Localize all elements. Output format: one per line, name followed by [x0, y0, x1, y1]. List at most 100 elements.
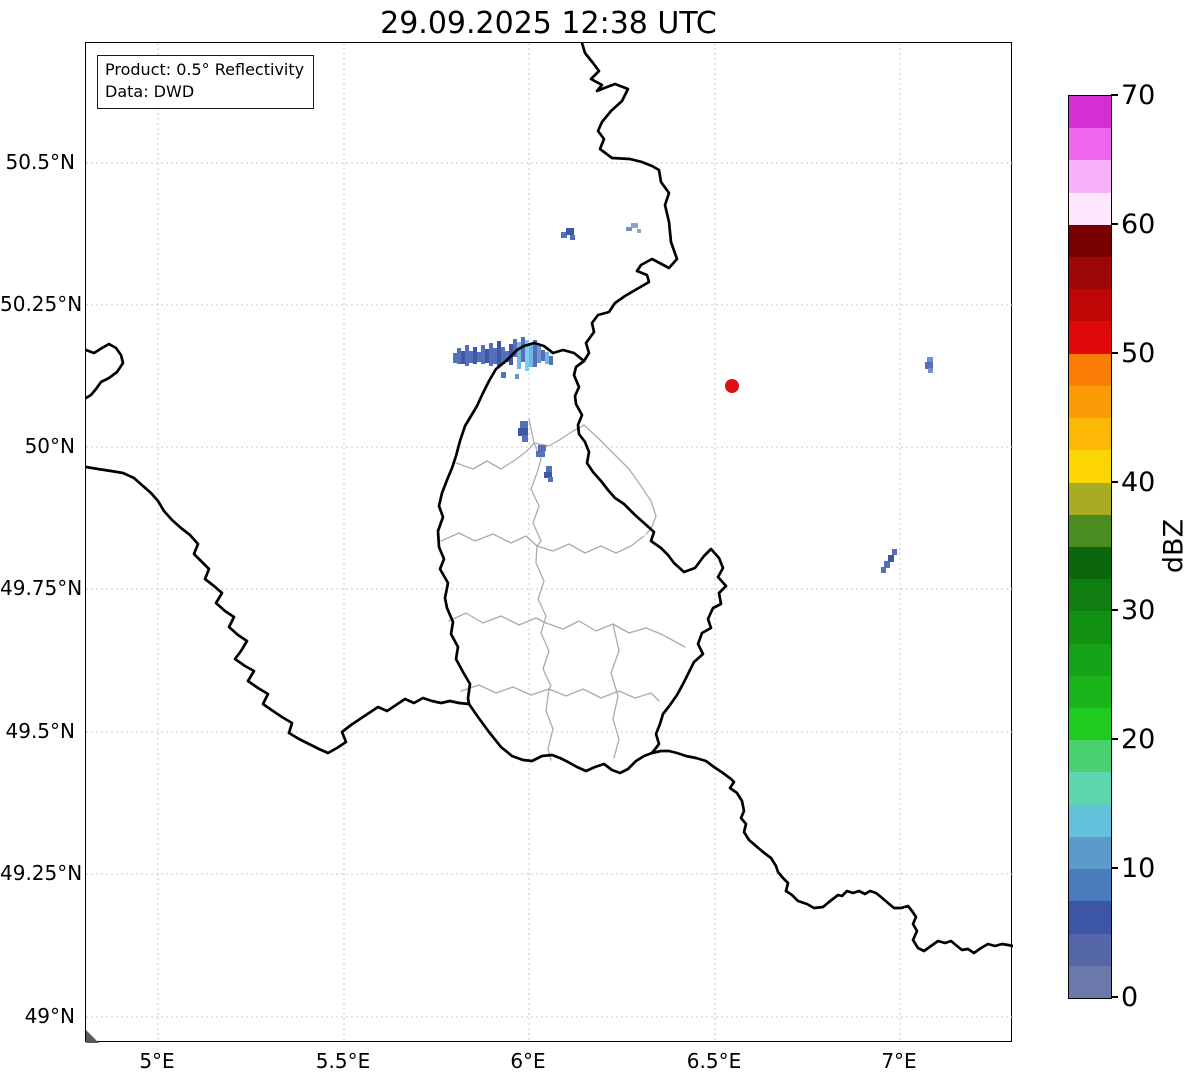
canton-border	[545, 688, 554, 761]
colorbar-segment	[1069, 450, 1111, 483]
colorbar-segment	[1069, 546, 1111, 580]
colorbar-segment	[1069, 675, 1111, 709]
radar-echo-cell	[520, 421, 528, 429]
radar-echo-cell	[465, 345, 469, 366]
radar-echo-cell	[537, 346, 541, 363]
radar-echo-cell	[541, 350, 545, 361]
colorbar-segment	[1069, 256, 1111, 290]
radar-echo-cell	[522, 435, 528, 442]
colorbar-segment	[1069, 418, 1111, 451]
radar-echo-cell	[529, 344, 533, 367]
radar-echo-cell	[928, 368, 933, 373]
colorbar-segment	[1069, 611, 1111, 644]
radar-echo-cell	[637, 229, 641, 233]
colorbar-tick-mark	[1111, 609, 1118, 612]
map-plot-area	[85, 42, 1013, 1043]
product-info-box: Product: 0.5° Reflectivity Data: DWD	[97, 55, 315, 110]
radar-echo-cell	[477, 352, 481, 362]
colorbar-tick-label: 30	[1121, 595, 1156, 627]
colorbar-tick-label: 40	[1121, 466, 1156, 498]
radar-echo-layer	[453, 223, 933, 573]
radar-figure: 29.09.2025 12:38 UTC Product: 0.5° Refle…	[0, 0, 1202, 1081]
canton-border	[448, 612, 547, 626]
lat-tick-label: 50°N	[24, 434, 75, 458]
canton-border	[548, 688, 660, 702]
radar-echo-cell	[631, 223, 638, 228]
radar-echo-cell	[493, 348, 497, 364]
colorbar	[1068, 95, 1112, 999]
colorbar-segment	[1069, 643, 1111, 676]
radar-echo-cell	[481, 345, 485, 364]
lat-tick-label: 49.5°N	[5, 719, 76, 743]
map-canvas	[86, 43, 1013, 1043]
lat-tick-label: 49.25°N	[0, 861, 83, 885]
canton-border	[536, 535, 645, 554]
colorbar-segment	[1069, 321, 1111, 354]
colorbar-segment	[1069, 128, 1111, 161]
radar-echo-cell	[888, 555, 894, 562]
border-belgium-germany	[580, 43, 679, 363]
colorbar-segment	[1069, 482, 1111, 515]
colorbar-segment	[1069, 740, 1111, 773]
radar-echo-cell	[570, 235, 575, 240]
canton-border	[533, 424, 585, 447]
radar-echo-cell	[517, 342, 521, 369]
radar-echo-cell	[538, 445, 546, 451]
radar-echo-cell	[548, 477, 553, 482]
radar-echo-cell	[881, 567, 886, 573]
colorbar-tick-mark	[1111, 738, 1118, 741]
radar-echo-cell	[566, 228, 574, 235]
colorbar-segment	[1069, 836, 1111, 870]
colorbar-segment	[1069, 869, 1111, 902]
radar-echo-cell	[545, 352, 549, 364]
colorbar-segment	[1069, 772, 1111, 805]
radar-echo-cell	[485, 349, 489, 363]
radar-echo-cell	[457, 348, 461, 364]
canton-border	[440, 532, 538, 547]
radar-echo-cell	[549, 356, 553, 365]
lat-tick-label: 50.5°N	[5, 150, 76, 174]
border-luxembourg-germany	[572, 359, 728, 755]
colorbar-tick-label: 10	[1121, 853, 1156, 885]
colorbar-unit-label: dBZ	[1158, 518, 1190, 574]
colorbar-segment	[1069, 385, 1111, 419]
radar-echo-cell	[497, 341, 501, 367]
colorbar-segment	[1069, 95, 1111, 129]
colorbar-tick-mark	[1111, 94, 1118, 96]
district-border-germany	[583, 424, 657, 535]
radar-echo-cell	[518, 428, 528, 436]
colorbar-segment	[1069, 353, 1111, 386]
radar-site-marker	[725, 379, 739, 393]
radar-echo-cell	[501, 372, 506, 378]
colorbar-tick-mark	[1111, 867, 1118, 870]
colorbar-tick-mark	[1111, 996, 1118, 998]
border-luxembourg-belgium-france	[436, 341, 654, 775]
colorbar-segment	[1069, 579, 1111, 612]
product-info-line2: Data: DWD	[105, 82, 195, 102]
canton-border	[528, 418, 552, 690]
colorbar-tick-mark	[1111, 351, 1118, 354]
colorbar-segment	[1069, 933, 1111, 966]
colorbar-segment	[1069, 192, 1111, 225]
lon-tick-label: 5°E	[139, 1049, 175, 1073]
radar-echo-cell	[453, 353, 457, 363]
radar-echo-cell	[489, 343, 493, 366]
lon-tick-label: 7°E	[881, 1049, 917, 1073]
colorbar-segment	[1069, 514, 1111, 547]
radar-echo-cell	[473, 347, 477, 364]
lat-tick-label: 49.75°N	[0, 576, 83, 600]
colorbar-tick-label: 70	[1121, 80, 1156, 111]
colorbar-tick-label: 0	[1121, 982, 1139, 1013]
border-france-belgium	[86, 465, 471, 755]
radar-echo-cell	[892, 549, 897, 555]
lat-tick-label: 50.25°N	[0, 292, 83, 316]
colorbar-tick-mark	[1111, 480, 1118, 483]
radar-echo-cell	[536, 451, 545, 457]
border-givet-salient	[86, 342, 125, 400]
colorbar-segment	[1069, 224, 1111, 257]
colorbar-tick-label: 20	[1121, 724, 1156, 756]
lat-tick-label: 49°N	[24, 1004, 75, 1028]
colorbar-tick-label: 50	[1121, 337, 1156, 369]
radar-echo-cell	[461, 351, 465, 364]
radar-echo-cell	[521, 337, 525, 362]
